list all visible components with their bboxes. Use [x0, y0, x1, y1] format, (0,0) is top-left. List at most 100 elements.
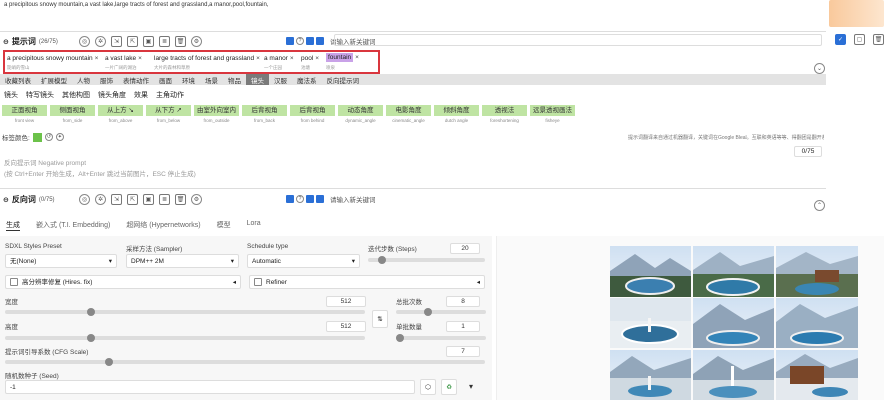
category-tab[interactable]: 表情动作 [118, 74, 154, 85]
angle-button[interactable]: 从上方 ↘ from_above [98, 105, 143, 125]
generate-button[interactable] [829, 0, 884, 27]
keep-check[interactable] [316, 195, 324, 203]
translate-check[interactable] [306, 37, 314, 45]
info-icon[interactable]: ? [296, 195, 304, 203]
slider-knob[interactable] [87, 308, 95, 316]
tag-3[interactable]: a manor × [264, 55, 294, 62]
reset-icon[interactable]: ↺ [44, 133, 53, 141]
gear-icon[interactable]: ✲ [95, 36, 106, 47]
tag-2[interactable]: large tracts of forest and grassland × [154, 55, 260, 62]
steps-slider[interactable] [368, 256, 485, 264]
main-tab[interactable]: 超网络 (Hypernetworks) [126, 220, 200, 231]
height-input[interactable]: 512 [326, 321, 366, 332]
category-tab[interactable]: 镜头 [246, 74, 269, 85]
negative-keyword-input[interactable]: 请输入新关键词 [330, 194, 376, 204]
angle-button[interactable]: 远景透视画法 fisheye [530, 105, 575, 125]
palette-icon[interactable]: ✦ [55, 133, 64, 141]
globe-icon[interactable]: ◎ [79, 36, 90, 47]
slider-knob[interactable] [378, 256, 386, 264]
category-tab[interactable]: 收藏列表 [0, 74, 36, 85]
tag-0[interactable]: a precipitous snowy mountain × [7, 55, 98, 62]
main-tab[interactable]: 嵌入式 (T.I. Embedding) [36, 220, 110, 231]
refiner-row[interactable]: Refiner ◂ [249, 275, 485, 289]
delete-icon[interactable]: 🗑 [175, 194, 186, 205]
angle-button[interactable]: 后背视角 from_back [242, 105, 287, 125]
category-tab[interactable]: 反向提示词 [322, 74, 365, 85]
history-icon[interactable]: ≣ [159, 36, 170, 47]
category-tab[interactable]: 场景 [200, 74, 223, 85]
schedule-select[interactable]: Automatic ▾ [247, 254, 360, 268]
category-tab[interactable]: 画面 [154, 74, 177, 85]
main-tab[interactable]: 生成 [6, 220, 20, 231]
category-tab[interactable]: 服饰 [95, 74, 118, 85]
hires-row[interactable]: 高分辨率修复 (Hires. fix) ◂ [5, 275, 241, 289]
height-slider[interactable] [5, 334, 365, 342]
angle-button[interactable]: 动态角度 dynamic_angle [338, 105, 383, 125]
tag-4[interactable]: pool × [301, 55, 319, 62]
slider-knob[interactable] [87, 334, 95, 342]
slider-knob[interactable] [424, 308, 432, 316]
swap-dimensions-button[interactable]: ⇅ [372, 310, 388, 328]
seed-input[interactable]: -1 [5, 380, 415, 394]
copy-icon[interactable]: ▢ [854, 34, 865, 45]
batch-count-input[interactable]: 8 [446, 296, 480, 307]
category-tab[interactable]: 环境 [177, 74, 200, 85]
refiner-checkbox[interactable] [254, 278, 262, 286]
subcategory-tab[interactable]: 其他构图 [62, 90, 90, 100]
auto-check[interactable] [286, 37, 294, 45]
angle-button[interactable]: 后背视角 from behind [290, 105, 335, 125]
subcategory-tab[interactable]: 主角动作 [156, 90, 184, 100]
image-icon[interactable]: ▣ [143, 36, 154, 47]
tag-5[interactable]: fountain × [326, 53, 359, 62]
batch-size-slider[interactable] [396, 334, 486, 342]
negative-prompt-textarea[interactable]: 反向提示词 Negative prompt (按 Ctrl+Enter 开始生成… [0, 153, 826, 189]
width-input[interactable]: 512 [326, 296, 366, 307]
keep-check[interactable] [316, 37, 324, 45]
batch-count-slider[interactable] [396, 308, 486, 316]
chevron-down-icon[interactable]: ▾ [469, 382, 473, 391]
sampler-select[interactable]: DPM++ 2M ▾ [126, 254, 239, 268]
category-tab[interactable]: 汉服 [269, 74, 292, 85]
batch-size-input[interactable]: 1 [446, 321, 480, 332]
category-tab[interactable]: 扩展模型 [36, 74, 72, 85]
angle-button[interactable]: 电影角度 cinematic_angle [386, 105, 431, 125]
hires-checkbox[interactable] [10, 278, 18, 286]
subcategory-tab[interactable]: 效果 [134, 90, 148, 100]
color-swatch[interactable] [32, 132, 42, 142]
tag-1[interactable]: a vast lake × [105, 55, 142, 62]
gear-icon[interactable]: ✲ [95, 194, 106, 205]
subcategory-tab[interactable]: 特写镜头 [26, 90, 54, 100]
translate-check[interactable] [306, 195, 314, 203]
slider-knob[interactable] [396, 334, 404, 342]
export-icon[interactable]: ⇱ [127, 36, 138, 47]
history-icon[interactable]: ≣ [159, 194, 170, 205]
angle-button[interactable]: 倾斜角度 dutch angle [434, 105, 479, 125]
import-icon[interactable]: ⇲ [111, 36, 122, 47]
settings-icon[interactable]: ⚙ [191, 36, 202, 47]
expand-icon[interactable]: ⌄ [814, 63, 825, 74]
category-tab[interactable]: 物品 [223, 74, 246, 85]
expand-icon[interactable]: ⌃ [814, 200, 825, 211]
slider-knob[interactable] [105, 358, 113, 366]
auto-check[interactable] [286, 195, 294, 203]
info-icon[interactable]: ? [296, 37, 304, 45]
steps-input[interactable]: 20 [450, 243, 480, 254]
prompt-textarea[interactable]: a precipitous snowy mountain,a vast lake… [0, 0, 826, 32]
globe-icon[interactable]: ◎ [79, 194, 90, 205]
trash-icon[interactable]: 🗑 [873, 34, 884, 45]
checkbox-icon[interactable]: ✓ [835, 34, 846, 45]
width-slider[interactable] [5, 308, 365, 316]
main-tab[interactable]: Lora [247, 220, 261, 231]
image-icon[interactable]: ▣ [143, 194, 154, 205]
settings-icon[interactable]: ⚙ [191, 194, 202, 205]
category-tab[interactable]: 魔法系 [292, 74, 322, 85]
subcategory-tab[interactable]: 镜头角度 [98, 90, 126, 100]
cfg-input[interactable]: 7 [446, 346, 480, 357]
recycle-icon[interactable]: ♻ [441, 379, 457, 395]
angle-button[interactable]: 透视法 foreshortening [482, 105, 527, 125]
styles-select[interactable]: 无(None) ▾ [5, 254, 117, 268]
positive-keyword-input[interactable]: 请输入新关键词 [330, 36, 376, 46]
subcategory-tab[interactable]: 镜头 [4, 90, 18, 100]
import-icon[interactable]: ⇲ [111, 194, 122, 205]
dice-icon[interactable]: ⬡ [420, 379, 436, 395]
